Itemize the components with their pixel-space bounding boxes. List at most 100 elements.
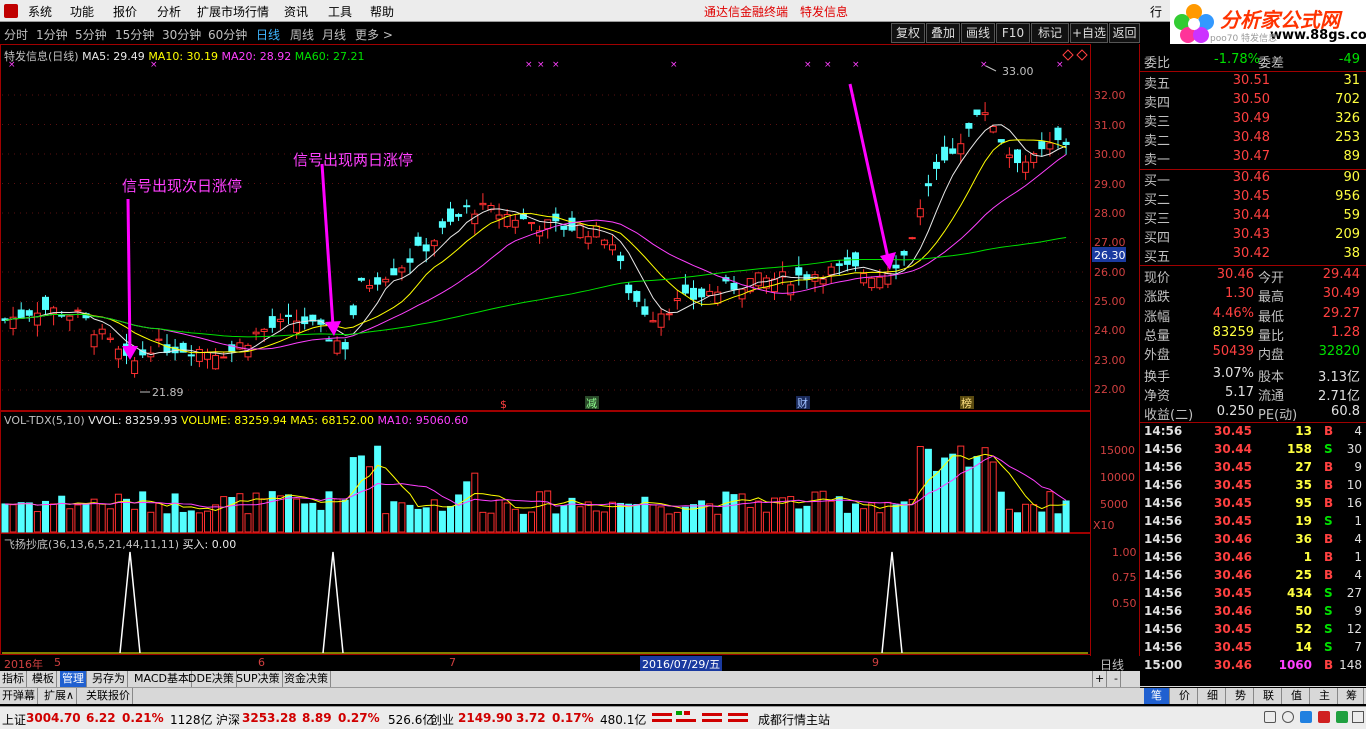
restore-rights-button[interactable]: 复权 — [891, 23, 925, 43]
tab-template[interactable]: 模板 — [30, 671, 57, 687]
tab-more[interactable]: 更多 > — [355, 26, 393, 43]
tab-trend[interactable]: 势 — [1228, 688, 1254, 704]
menu-right[interactable]: 行 — [1150, 3, 1162, 20]
volume-bar — [819, 490, 827, 533]
hs-label[interactable]: 沪深 — [216, 711, 240, 728]
tab-detail[interactable]: 细 — [1200, 688, 1226, 704]
menu-system[interactable]: 系统 — [28, 3, 52, 20]
hs-price: 3253.28 — [242, 711, 297, 725]
ask-row[interactable]: 卖二 30.48 253 — [1144, 130, 1364, 149]
tab-capital[interactable]: 资金决策 — [282, 671, 331, 687]
zoom-out-button[interactable]: - — [1112, 671, 1121, 687]
tab-15min[interactable]: 15分钟 — [115, 26, 154, 43]
bid-row[interactable]: 买一 30.46 90 — [1144, 170, 1364, 189]
chat-icon[interactable] — [1336, 711, 1348, 723]
draw-line-button[interactable]: 画线 — [961, 23, 995, 43]
ask-row[interactable]: 卖三 30.49 326 — [1144, 111, 1364, 130]
layout-icon[interactable] — [1264, 711, 1276, 723]
tab-save-as[interactable]: 另存为 — [90, 671, 128, 687]
tab-weekly[interactable]: 周线 — [290, 26, 314, 43]
stat-row: 现价 30.46 今开 29.44 — [1144, 267, 1364, 286]
mark-button[interactable]: 标记 — [1031, 23, 1069, 43]
bid-row[interactable]: 买四 30.43 209 — [1144, 227, 1364, 246]
tab-main[interactable]: 主 — [1312, 688, 1338, 704]
candle-body — [819, 278, 827, 285]
menu-function[interactable]: 功能 — [70, 3, 94, 20]
add-watchlist-button[interactable]: +自选 — [1070, 23, 1108, 43]
tick-side: B — [1324, 496, 1334, 510]
menu-news[interactable]: 资讯 — [284, 3, 308, 20]
ask-row[interactable]: 卖一 30.47 89 — [1144, 149, 1364, 168]
ask-row[interactable]: 卖四 30.50 702 — [1144, 92, 1364, 111]
menu-tools[interactable]: 工具 — [328, 3, 352, 20]
globe-icon[interactable] — [1300, 711, 1312, 723]
volume-bar — [455, 494, 463, 533]
volume-bar — [163, 513, 171, 533]
news-icon[interactable] — [1318, 711, 1330, 723]
ask-label: 卖一 — [1144, 153, 1171, 168]
tab-price[interactable]: 价 — [1172, 688, 1198, 704]
tab-trades[interactable]: 笔 — [1144, 688, 1170, 704]
chart-canvas[interactable]: × × × × × × × × × × × 33.00 21.89 信号出现次日涨停 信号出现两日涨… — [0, 44, 1140, 656]
menu-icon[interactable] — [1352, 711, 1364, 723]
candle-body — [260, 328, 268, 332]
menu-ext-market[interactable]: 扩展市场行情 — [197, 3, 269, 20]
candle-body — [341, 342, 349, 350]
tab-1min[interactable]: 1分钟 — [36, 26, 68, 43]
f10-button[interactable]: F10 — [996, 23, 1030, 43]
tab-60min[interactable]: 60分钟 — [208, 26, 247, 43]
tab-dde[interactable]: DDE决策 — [186, 671, 237, 687]
tab-30min[interactable]: 30分钟 — [162, 26, 201, 43]
tab-link[interactable]: 联 — [1256, 688, 1282, 704]
overlay-button[interactable]: 叠加 — [926, 23, 960, 43]
cy-label[interactable]: 创业 — [430, 711, 454, 728]
bid-row[interactable]: 买三 30.44 59 — [1144, 208, 1364, 227]
alarm-icon[interactable] — [1282, 711, 1294, 723]
stat-label: 涨跌 — [1144, 290, 1171, 306]
expand-toggle[interactable]: 扩展∧ — [42, 688, 78, 704]
volume-bar — [244, 513, 252, 533]
diamond-icon[interactable] — [1062, 49, 1074, 61]
tick-time: 14:56 — [1144, 550, 1183, 564]
tab-chips[interactable]: 筹 — [1340, 688, 1364, 704]
tab-daily[interactable]: 日线 — [256, 26, 280, 43]
bid-row[interactable]: 买二 30.45 956 — [1144, 189, 1364, 208]
tick-row: 15:00 30.46 1060 B 148 — [1144, 658, 1364, 676]
diamond-icon-2[interactable] — [1076, 49, 1088, 61]
tab-intraday[interactable]: 分时 — [4, 26, 28, 43]
tab-sup[interactable]: SUP决策 — [234, 671, 283, 687]
volume-bar — [74, 504, 82, 533]
event-marker-reduce[interactable]: 减 — [586, 397, 597, 410]
ask-price: 30.49 — [1232, 111, 1270, 126]
bid-row[interactable]: 买五 30.42 38 — [1144, 246, 1364, 265]
zoom-in-button[interactable]: + — [1092, 671, 1108, 687]
sh-label[interactable]: 上证 — [2, 711, 26, 728]
tab-manage[interactable]: 管理 — [60, 671, 87, 687]
tab-value[interactable]: 值 — [1284, 688, 1310, 704]
tab-5min[interactable]: 5分钟 — [75, 26, 107, 43]
event-marker-ranking[interactable]: 榜 — [961, 396, 972, 410]
back-button[interactable]: 返回 — [1109, 23, 1140, 43]
ask-row[interactable]: 卖五 30.51 31 — [1144, 73, 1364, 92]
event-marker-dividend[interactable]: $ — [500, 398, 507, 411]
server-name[interactable]: 成都行情主站 — [758, 711, 830, 728]
candle-body — [463, 205, 471, 208]
date-month-7: 7 — [449, 656, 456, 669]
menu-analysis[interactable]: 分析 — [157, 3, 181, 20]
menu-quote[interactable]: 报价 — [113, 3, 137, 20]
bid-label: 买五 — [1144, 250, 1171, 265]
tab-indicator[interactable]: 指标 — [0, 671, 27, 687]
tick-volume: 19 — [1295, 514, 1312, 528]
tab-macd[interactable]: MACD基本 — [132, 671, 192, 687]
event-marker-finance[interactable]: 财 — [797, 396, 808, 410]
volume-bar — [1062, 500, 1070, 533]
bid-volume: 209 — [1335, 227, 1360, 242]
volume-bar — [592, 510, 600, 533]
stat-value-2: 29.27 — [1322, 305, 1360, 321]
barrage-toggle[interactable]: 开弹幕 — [0, 688, 38, 704]
tab-monthly[interactable]: 月线 — [322, 26, 346, 43]
menu-help[interactable]: 帮助 — [370, 3, 394, 20]
app-icon[interactable] — [4, 4, 18, 18]
related-quote-tab[interactable]: 关联报价 — [84, 688, 133, 704]
ask-label: 卖二 — [1144, 134, 1171, 149]
